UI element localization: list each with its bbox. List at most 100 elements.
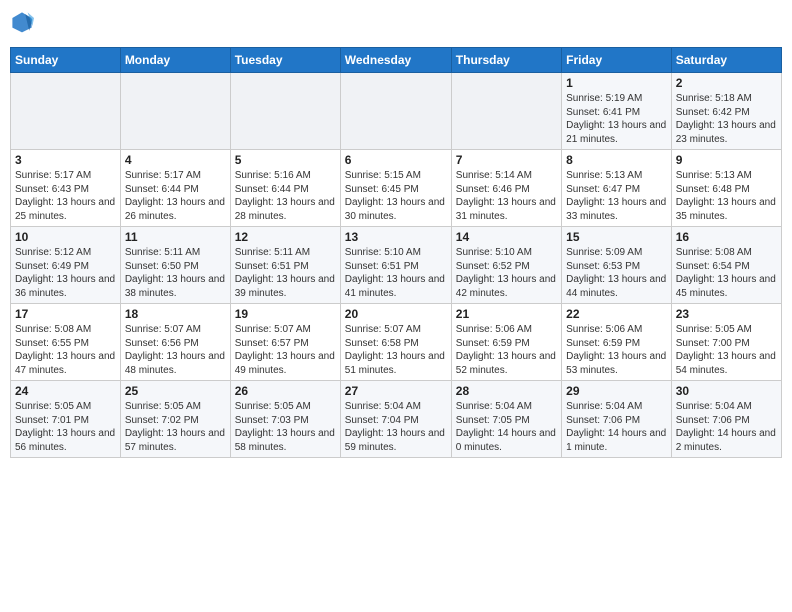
day-info: Sunrise: 5:14 AM Sunset: 6:46 PM Dayligh… (456, 169, 557, 223)
day-info: Sunrise: 5:04 AM Sunset: 7:04 PM Dayligh… (345, 400, 447, 454)
day-info: Sunrise: 5:10 AM Sunset: 6:51 PM Dayligh… (345, 246, 447, 300)
weekday-header-wednesday: Wednesday (340, 48, 451, 73)
day-info: Sunrise: 5:05 AM Sunset: 7:03 PM Dayligh… (235, 400, 336, 454)
day-number: 1 (566, 76, 667, 90)
calendar-table: SundayMondayTuesdayWednesdayThursdayFrid… (10, 47, 782, 458)
weekday-header-sunday: Sunday (11, 48, 121, 73)
calendar-cell: 17 Sunrise: 5:08 AM Sunset: 6:55 PM Dayli… (11, 304, 121, 381)
day-number: 17 (15, 307, 116, 321)
calendar-week-row: 10 Sunrise: 5:12 AM Sunset: 6:49 PM Dayli… (11, 227, 782, 304)
day-number: 5 (235, 153, 336, 167)
day-info: Sunrise: 5:18 AM Sunset: 6:42 PM Dayligh… (676, 92, 777, 146)
day-info: Sunrise: 5:16 AM Sunset: 6:44 PM Dayligh… (235, 169, 336, 223)
day-info: Sunrise: 5:08 AM Sunset: 6:54 PM Dayligh… (676, 246, 777, 300)
calendar-cell: 13 Sunrise: 5:10 AM Sunset: 6:51 PM Dayli… (340, 227, 451, 304)
calendar-week-row: 17 Sunrise: 5:08 AM Sunset: 6:55 PM Dayli… (11, 304, 782, 381)
day-info: Sunrise: 5:10 AM Sunset: 6:52 PM Dayligh… (456, 246, 557, 300)
day-info: Sunrise: 5:07 AM Sunset: 6:57 PM Dayligh… (235, 323, 336, 377)
calendar-cell: 23 Sunrise: 5:05 AM Sunset: 7:00 PM Dayli… (671, 304, 781, 381)
calendar-week-row: 1 Sunrise: 5:19 AM Sunset: 6:41 PM Daylig… (11, 73, 782, 150)
day-info: Sunrise: 5:19 AM Sunset: 6:41 PM Dayligh… (566, 92, 667, 146)
day-info: Sunrise: 5:07 AM Sunset: 6:56 PM Dayligh… (125, 323, 226, 377)
calendar-cell: 29 Sunrise: 5:04 AM Sunset: 7:06 PM Dayli… (562, 381, 672, 458)
day-number: 9 (676, 153, 777, 167)
day-number: 20 (345, 307, 447, 321)
calendar-cell: 27 Sunrise: 5:04 AM Sunset: 7:04 PM Dayli… (340, 381, 451, 458)
calendar-cell (451, 73, 561, 150)
calendar-cell: 15Sunrise: 5:09 AM Sunset: 6:53 PM Dayli… (562, 227, 672, 304)
day-number: 2 (676, 76, 777, 90)
day-number: 24 (15, 384, 116, 398)
day-number: 23 (676, 307, 777, 321)
day-number: 7 (456, 153, 557, 167)
day-info: Sunrise: 5:05 AM Sunset: 7:01 PM Dayligh… (15, 400, 116, 454)
day-number: 29 (566, 384, 667, 398)
day-info: Sunrise: 5:04 AM Sunset: 7:05 PM Dayligh… (456, 400, 557, 454)
day-number: 13 (345, 230, 447, 244)
day-info: Sunrise: 5:17 AM Sunset: 6:43 PM Dayligh… (15, 169, 116, 223)
logo-icon (10, 10, 34, 34)
calendar-cell: 3 Sunrise: 5:17 AM Sunset: 6:43 PM Daylig… (11, 150, 121, 227)
day-number: 14 (456, 230, 557, 244)
calendar-cell: 11 Sunrise: 5:11 AM Sunset: 6:50 PM Dayli… (120, 227, 230, 304)
calendar-cell: 10 Sunrise: 5:12 AM Sunset: 6:49 PM Dayli… (11, 227, 121, 304)
calendar-cell: 19 Sunrise: 5:07 AM Sunset: 6:57 PM Dayli… (230, 304, 340, 381)
day-number: 19 (235, 307, 336, 321)
day-number: 12 (235, 230, 336, 244)
day-info: Sunrise: 5:06 AM Sunset: 6:59 PM Dayligh… (566, 323, 667, 377)
weekday-header-row: SundayMondayTuesdayWednesdayThursdayFrid… (11, 48, 782, 73)
calendar-cell: 28 Sunrise: 5:04 AM Sunset: 7:05 PM Dayli… (451, 381, 561, 458)
page-header (10, 10, 782, 39)
day-number: 16 (676, 230, 777, 244)
day-number: 28 (456, 384, 557, 398)
app-logo (10, 10, 36, 39)
day-number: 26 (235, 384, 336, 398)
calendar-cell: 16 Sunrise: 5:08 AM Sunset: 6:54 PM Dayli… (671, 227, 781, 304)
day-info: Sunrise: 5:08 AM Sunset: 6:55 PM Dayligh… (15, 323, 116, 377)
day-info: Sunrise: 5:07 AM Sunset: 6:58 PM Dayligh… (345, 323, 447, 377)
calendar-cell (230, 73, 340, 150)
day-number: 27 (345, 384, 447, 398)
calendar-cell: 8 Sunrise: 5:13 AM Sunset: 6:47 PM Daylig… (562, 150, 672, 227)
calendar-cell: 24 Sunrise: 5:05 AM Sunset: 7:01 PM Dayli… (11, 381, 121, 458)
calendar-header: SundayMondayTuesdayWednesdayThursdayFrid… (11, 48, 782, 73)
day-number: 4 (125, 153, 226, 167)
calendar-cell: 21Sunrise: 5:06 AM Sunset: 6:59 PM Dayli… (451, 304, 561, 381)
calendar-cell: 6Sunrise: 5:15 AM Sunset: 6:45 PM Daylig… (340, 150, 451, 227)
day-number: 25 (125, 384, 226, 398)
calendar-cell: 18 Sunrise: 5:07 AM Sunset: 6:56 PM Dayli… (120, 304, 230, 381)
calendar-cell: 20 Sunrise: 5:07 AM Sunset: 6:58 PM Dayli… (340, 304, 451, 381)
day-number: 18 (125, 307, 226, 321)
day-info: Sunrise: 5:06 AM Sunset: 6:59 PM Dayligh… (456, 323, 557, 377)
calendar-cell (120, 73, 230, 150)
calendar-cell: 1 Sunrise: 5:19 AM Sunset: 6:41 PM Daylig… (562, 73, 672, 150)
day-number: 8 (566, 153, 667, 167)
calendar-cell: 9Sunrise: 5:13 AM Sunset: 6:48 PM Daylig… (671, 150, 781, 227)
calendar-body: 1 Sunrise: 5:19 AM Sunset: 6:41 PM Daylig… (11, 73, 782, 458)
calendar-cell: 14 Sunrise: 5:10 AM Sunset: 6:52 PM Dayli… (451, 227, 561, 304)
day-info: Sunrise: 5:11 AM Sunset: 6:50 PM Dayligh… (125, 246, 226, 300)
day-number: 6 (345, 153, 447, 167)
weekday-header-friday: Friday (562, 48, 672, 73)
weekday-header-monday: Monday (120, 48, 230, 73)
calendar-week-row: 24 Sunrise: 5:05 AM Sunset: 7:01 PM Dayli… (11, 381, 782, 458)
day-number: 22 (566, 307, 667, 321)
day-number: 11 (125, 230, 226, 244)
day-info: Sunrise: 5:12 AM Sunset: 6:49 PM Dayligh… (15, 246, 116, 300)
weekday-header-saturday: Saturday (671, 48, 781, 73)
day-info: Sunrise: 5:17 AM Sunset: 6:44 PM Dayligh… (125, 169, 226, 223)
calendar-cell: 25 Sunrise: 5:05 AM Sunset: 7:02 PM Dayli… (120, 381, 230, 458)
day-number: 10 (15, 230, 116, 244)
day-info: Sunrise: 5:05 AM Sunset: 7:00 PM Dayligh… (676, 323, 777, 377)
day-info: Sunrise: 5:04 AM Sunset: 7:06 PM Dayligh… (676, 400, 777, 454)
day-info: Sunrise: 5:09 AM Sunset: 6:53 PM Dayligh… (566, 246, 667, 300)
calendar-cell: 7 Sunrise: 5:14 AM Sunset: 6:46 PM Daylig… (451, 150, 561, 227)
day-number: 30 (676, 384, 777, 398)
day-info: Sunrise: 5:05 AM Sunset: 7:02 PM Dayligh… (125, 400, 226, 454)
calendar-cell: 4 Sunrise: 5:17 AM Sunset: 6:44 PM Daylig… (120, 150, 230, 227)
calendar-cell (11, 73, 121, 150)
calendar-cell: 26 Sunrise: 5:05 AM Sunset: 7:03 PM Dayli… (230, 381, 340, 458)
day-info: Sunrise: 5:04 AM Sunset: 7:06 PM Dayligh… (566, 400, 667, 454)
day-number: 3 (15, 153, 116, 167)
day-info: Sunrise: 5:13 AM Sunset: 6:47 PM Dayligh… (566, 169, 667, 223)
